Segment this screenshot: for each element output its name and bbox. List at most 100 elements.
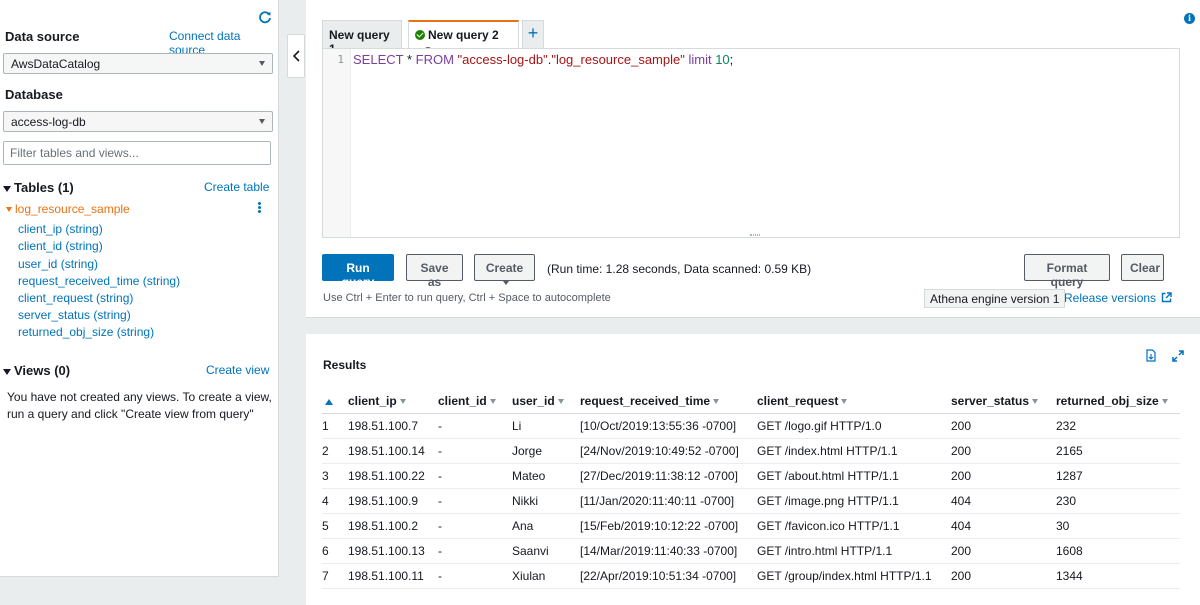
results-panel: Results client_ip client_id user_id requ… [306,334,1200,605]
table-cell: GET /image.png HTTP/1.1 [747,488,941,514]
sql-code-line[interactable]: SELECT * FROM "access-log-db"."log_resou… [353,52,733,67]
column-header-request-received-time[interactable]: request_received_time [570,389,747,414]
table-cell: 1608 [1046,538,1180,564]
clear-button[interactable]: Clear [1121,254,1164,281]
table-cell: - [428,463,502,489]
row-number-cell: 7 [322,563,338,589]
table-cell: GET /logo.gif HTTP/1.0 [747,413,941,439]
column-header-label: user_id [512,393,555,408]
column-header-client-request[interactable]: client_request [747,389,941,414]
table-cell: 198.51.100.7 [338,413,428,439]
column-item[interactable]: client_id (string) [18,239,103,253]
sql-editor[interactable]: 1 SELECT * FROM "access-log-db"."log_res… [322,48,1180,238]
column-item[interactable]: returned_obj_size (string) [18,325,154,339]
table-cell: 198.51.100.22 [338,463,428,489]
table-cell: 2165 [1046,438,1180,464]
table-cell: 200 [941,538,1046,564]
column-header-returned-obj-size[interactable]: returned_obj_size [1046,389,1180,414]
sql-keyword: SELECT [353,52,404,67]
table-cell: 198.51.100.11 [338,563,428,589]
run-query-button[interactable]: Run query [322,254,394,289]
sort-caret-icon [1161,399,1168,405]
column-item[interactable]: client_request (string) [18,291,133,305]
table-cell: 198.51.100.2 [338,513,428,539]
refresh-icon[interactable] [258,10,272,24]
column-header-label: client_id [438,393,487,408]
line-number: 1 [337,53,344,66]
sort-caret-icon [841,399,848,405]
create-label: Create [485,261,524,275]
row-number-cell: 4 [322,488,338,514]
caret-down-icon [6,207,12,213]
column-header-server-status[interactable]: server_status [941,389,1046,414]
table-row: 4 198.51.100.9- Nikki [11/Jan/2020:11:40:11… [322,488,1180,514]
table-cell: 1287 [1046,463,1180,489]
table-cell: - [428,563,502,589]
table-cell: 200 [941,463,1046,489]
table-cell: [11/Jan/2020:11:40:11 -0700] [570,488,747,514]
sql-keyword: FROM [415,52,454,67]
table-cell: [10/Oct/2019:13:55:36 -0700] [570,413,747,439]
table-cell: GET /index.html HTTP/1.1 [747,438,941,464]
table-cell: 232 [1046,413,1180,439]
filter-tables-input[interactable] [3,141,271,165]
expand-icon[interactable] [1172,350,1184,362]
table-cell: - [428,413,502,439]
info-icon[interactable]: i [1184,13,1195,24]
views-section-toggle[interactable]: Views (0) [3,363,70,378]
table-row: 1 198.51.100.7- Li [10/Oct/2019:13:55:36 -0… [322,413,1180,439]
column-header-label: client_ip [348,393,397,408]
query-editor-panel: i New query 1 New query 2✕ + 1 SELECT * … [306,0,1200,318]
create-table-link[interactable]: Create table [204,180,269,194]
table-row: 3 198.51.100.22- Mateo [27/Dec/2019:11:38:1… [322,463,1180,489]
save-as-button[interactable]: Save as [406,254,463,289]
table-row: 5 198.51.100.2- Ana [15/Feb/2019:10:12:22 -… [322,513,1180,539]
table-row: 6 198.51.100.13- Saanvi [14/Mar/2019:11:40:… [322,538,1180,564]
data-source-select[interactable]: AwsDataCatalog [3,53,273,74]
column-header-client-ip[interactable]: client_ip [338,389,428,414]
table-name-label: log_resource_sample [15,202,130,216]
row-number-header[interactable] [322,389,338,414]
check-circle-icon [415,30,425,40]
sql-string: "access-log-db" [453,52,548,67]
chevron-down-icon [259,119,265,124]
column-item[interactable]: user_id (string) [18,257,98,271]
create-view-link[interactable]: Create view [206,363,269,377]
release-versions-link[interactable]: Release versions [1064,291,1172,305]
tables-heading: Tables (1) [14,180,74,195]
column-header-client-id[interactable]: client_id [428,389,502,414]
table-cell: [22/Apr/2019:10:51:34 -0700] [570,563,747,589]
line-number-gutter: 1 [323,49,351,237]
kebab-icon[interactable] [258,202,262,214]
caret-down-icon [3,368,11,375]
table-cell: 404 [941,513,1046,539]
table-row: 2 198.51.100.14- Jorge [24/Nov/2019:10:49:5… [322,438,1180,464]
results-table-body: 1 198.51.100.7- Li [10/Oct/2019:13:55:36 -0… [322,413,1180,589]
add-tab-button[interactable]: + [522,20,544,48]
tab-label: New query 2 [428,28,499,42]
table-cell: - [428,513,502,539]
column-header-user-id[interactable]: user_id [502,389,570,414]
download-icon[interactable] [1146,349,1156,362]
tables-section-toggle[interactable]: Tables (1) [3,180,74,195]
table-cell: 200 [941,438,1046,464]
tab-new-query-1[interactable]: New query 1 [322,20,402,56]
tab-new-query-2[interactable]: New query 2✕ [408,20,519,57]
table-row: 7 198.51.100.11- Xiulan [22/Apr/2019:10:51:… [322,563,1180,589]
collapse-sidebar-button[interactable] [287,34,305,78]
column-item[interactable]: request_received_time (string) [18,274,180,288]
editor-resize-handle[interactable] [750,234,760,236]
format-query-button[interactable]: Format query [1024,254,1110,289]
keyboard-hint: Use Ctrl + Enter to run query, Ctrl + Sp… [323,292,611,304]
column-item[interactable]: server_status (string) [18,308,131,322]
column-item[interactable]: client_ip (string) [18,222,103,236]
results-title: Results [323,358,367,372]
table-cell: 404 [941,488,1046,514]
sort-ascending-icon [325,398,333,405]
database-select[interactable]: access-log-db [3,111,273,132]
table-item-log-resource-sample[interactable]: log_resource_sample [6,202,130,216]
table-cell: GET /group/index.html HTTP/1.1 [747,563,941,589]
create-dropdown-button[interactable]: Create [474,254,535,285]
row-number-cell: 1 [322,413,338,439]
row-number-cell: 5 [322,513,338,539]
